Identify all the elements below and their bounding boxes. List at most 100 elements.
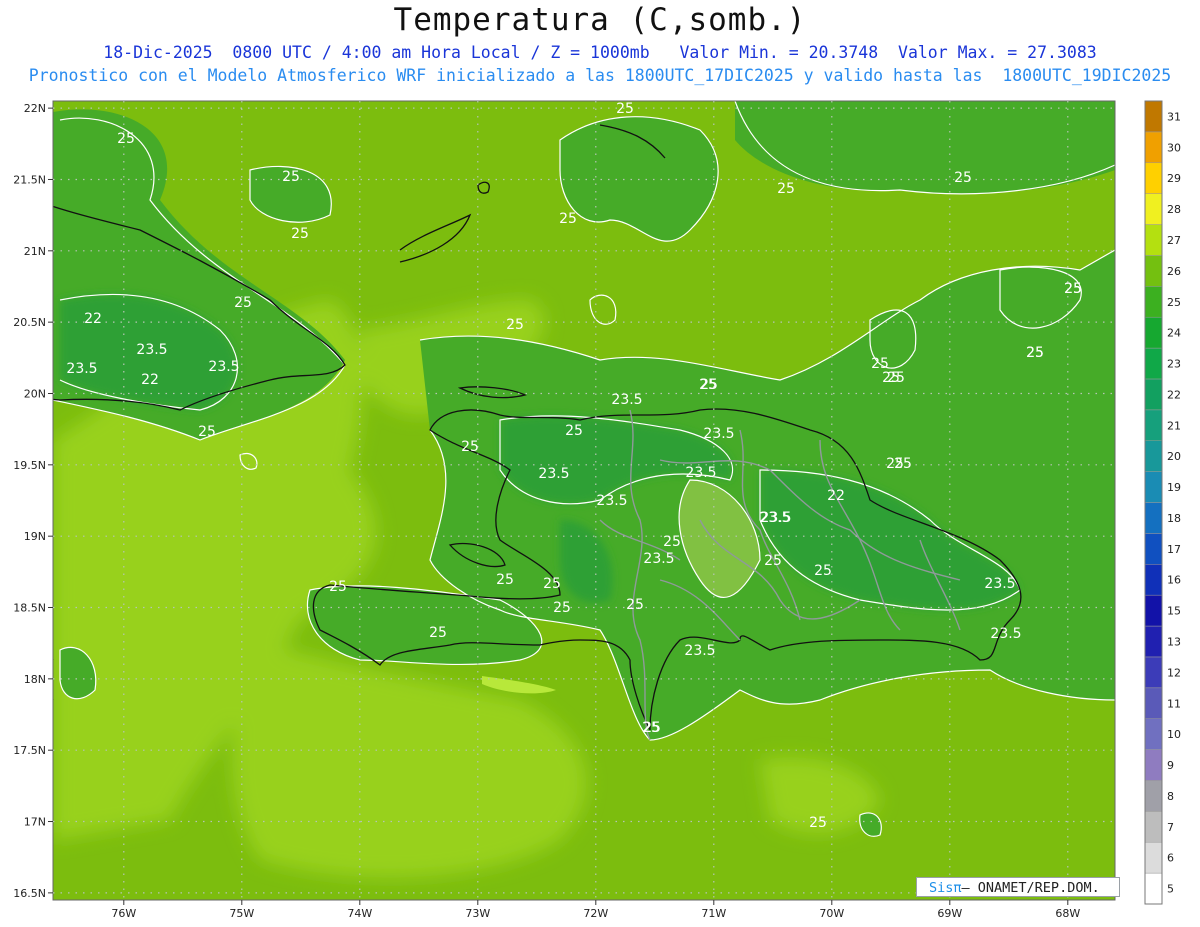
colorbar-swatch [1144, 409, 1163, 441]
contour-label: 23.5 [538, 466, 569, 482]
lon-tick-label: 68W [1055, 907, 1080, 920]
longitude-axis: 76W 75W 74W 73W 72W 71W 70W 69W 68W [111, 900, 1080, 920]
colorbar-swatch [1144, 811, 1163, 843]
colorbar-label: 15 [1167, 605, 1181, 618]
lat-tick-label: 19.5N [13, 459, 46, 472]
colorbar-swatch [1144, 656, 1163, 689]
contour-label: 25 [496, 572, 514, 588]
colorbar-label: 29 [1167, 172, 1181, 185]
contour-label: 23.5 [208, 359, 239, 375]
colorbar-swatch [1144, 224, 1163, 256]
colorbar-label: 8 [1167, 790, 1174, 803]
contour-label: 23.5 [684, 643, 715, 659]
lon-tick-label: 71W [701, 907, 726, 920]
contour-label: 25 [461, 439, 479, 455]
colorbar-label: 9 [1167, 759, 1174, 772]
colorbar-label: 21 [1167, 419, 1181, 432]
colorbar-label: 23 [1167, 358, 1181, 371]
contour-label: 22 [827, 488, 845, 504]
contour-label: 25 [886, 456, 904, 472]
colorbar-swatch [1144, 594, 1163, 627]
contour-label: 23.5 [136, 342, 167, 358]
latitude-axis: 22N 21.5N 21N 20.5N 20N 19.5N 19N 18.5N 18N 17.5N… [13, 102, 53, 900]
contour-label: 25 [429, 625, 447, 641]
contour-label: 25 [809, 815, 827, 831]
contour-label: 23.5 [66, 361, 97, 377]
colorbar-swatch [1144, 162, 1163, 194]
colorbar-label: 5 [1167, 883, 1174, 896]
colorbar: 5 6 7 8 9 10 11 12 13 15 16 17 18 19 20 21 22 23 24 25 26 27 2… [1144, 100, 1181, 905]
colorbar-label: 20 [1167, 450, 1181, 463]
lon-tick-label: 69W [937, 907, 962, 920]
contour-label: 25 [777, 181, 795, 197]
contour-label: 22 [141, 372, 159, 388]
contour-label: 23.5 [596, 493, 627, 509]
contour-label: 25 [882, 370, 900, 386]
contour-label: 25 [1026, 345, 1044, 361]
contour-label: 25 [282, 169, 300, 185]
contour-label: 25 [291, 226, 309, 242]
colorbar-swatch [1144, 687, 1163, 719]
contour-label: 25 [565, 423, 583, 439]
colorbar-swatch [1144, 749, 1163, 781]
colorbar-swatch [1144, 255, 1163, 287]
lon-tick-label: 74W [347, 907, 372, 920]
colorbar-label: 22 [1167, 388, 1181, 401]
colorbar-label: 13 [1167, 635, 1181, 648]
temperature-map: 22N 21.5N 21N 20.5N 20N 19.5N 19N 18.5N 18N 17.5N… [13, 100, 1181, 920]
contour-label: 22 [84, 311, 102, 327]
colorbar-swatch [1144, 533, 1163, 565]
colorbar-swatch [1144, 625, 1163, 658]
colorbar-swatch [1144, 780, 1163, 812]
colorbar-swatch [1144, 872, 1163, 905]
contour-label: 25 [699, 377, 717, 393]
contour-label: 25 [198, 424, 216, 440]
sispi-logo-text: Sis [929, 880, 954, 896]
colorbar-label: 12 [1167, 666, 1181, 679]
contour-label: 23.5 [643, 551, 674, 567]
lat-tick-label: 20N [24, 387, 46, 400]
colorbar-label: 17 [1167, 543, 1181, 556]
colorbar-label: 10 [1167, 728, 1181, 741]
pi-symbol: π [953, 880, 962, 896]
colorbar-label: 24 [1167, 327, 1181, 340]
contour-label: 25 [814, 563, 832, 579]
lon-tick-label: 76W [111, 907, 136, 920]
contour-label: 25 [642, 720, 660, 736]
colorbar-label: 11 [1167, 697, 1181, 710]
credit-box: Sisπ– ONAMET/REP.DOM. [916, 877, 1120, 897]
colorbar-swatch [1144, 347, 1163, 380]
contour-label: 23.5 [685, 465, 716, 481]
contour-label: 25 [764, 553, 782, 569]
contour-label: 23.5 [611, 392, 642, 408]
lat-tick-label: 21N [24, 245, 46, 258]
lat-tick-label: 17.5N [13, 744, 46, 757]
colorbar-swatch [1144, 471, 1163, 503]
lat-tick-label: 22N [24, 102, 46, 115]
lat-tick-label: 20.5N [13, 316, 46, 329]
colorbar-swatch [1144, 131, 1163, 164]
lat-tick-label: 18N [24, 673, 46, 686]
colorbar-label: 28 [1167, 203, 1181, 216]
contour-label: 25 [616, 101, 634, 117]
contour-label: 25 [234, 295, 252, 311]
contour-label: 25 [1064, 281, 1082, 297]
lat-tick-label: 19N [24, 530, 46, 543]
colorbar-label: 16 [1167, 574, 1181, 587]
colorbar-label: 27 [1167, 234, 1181, 247]
colorbar-label: 19 [1167, 481, 1181, 494]
lon-tick-label: 73W [465, 907, 490, 920]
colorbar-swatch [1144, 193, 1163, 225]
lat-tick-label: 16.5N [13, 887, 46, 900]
contour-label: 23.5 [760, 510, 791, 526]
colorbar-swatch [1144, 841, 1163, 874]
colorbar-swatch [1144, 564, 1163, 596]
lat-tick-label: 17N [24, 816, 46, 829]
colorbar-swatch [1144, 718, 1163, 750]
contour-label: 25 [626, 597, 644, 613]
contour-label: 25 [117, 131, 135, 147]
lon-tick-label: 70W [819, 907, 844, 920]
lat-tick-label: 18.5N [13, 602, 46, 615]
contour-label: 25 [954, 170, 972, 186]
colorbar-label: 6 [1167, 852, 1174, 865]
